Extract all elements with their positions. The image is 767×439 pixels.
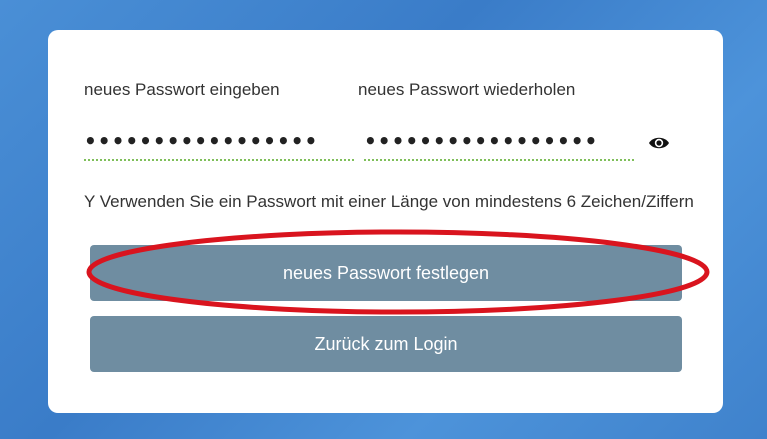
repeat-password-input[interactable]: ••••••••••••••••• <box>364 123 634 161</box>
new-password-input[interactable]: ••••••••••••••••• <box>84 123 354 161</box>
set-new-password-button[interactable]: neues Passwort festlegen <box>90 245 682 301</box>
new-password-label: neues Passwort eingeben <box>84 80 280 99</box>
repeat-password-label: neues Passwort wiederholen <box>358 80 576 99</box>
back-to-login-button[interactable]: Zurück zum Login <box>90 316 682 372</box>
password-reset-card: neues Passwort eingeben neues Passwort w… <box>48 30 723 413</box>
password-fields-row: ••••••••••••••••• ••••••••••••••••• <box>84 123 634 161</box>
eye-icon[interactable] <box>648 135 670 151</box>
password-hint: Y Verwenden Sie ein Passwort mit einer L… <box>84 192 694 211</box>
